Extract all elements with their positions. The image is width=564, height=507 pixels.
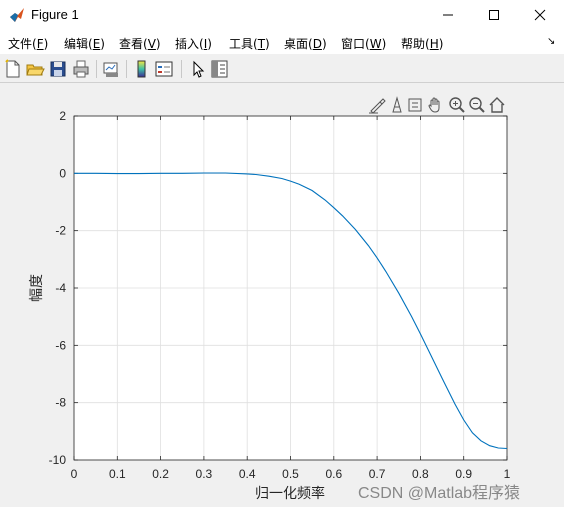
zoom-out-icon[interactable] <box>468 96 486 114</box>
menu-help[interactable]: 帮助(H) <box>401 35 443 52</box>
new-figure-icon[interactable] <box>3 59 23 79</box>
figure-canvas <box>0 83 564 507</box>
menu-window[interactable]: 窗口(W) <box>341 35 386 52</box>
menu-bar: 文件(F) 编辑(E) 查看(V) 插入(I) 工具(T) 桌面(D) 窗口(W… <box>0 30 564 54</box>
link-plot-icon[interactable] <box>101 59 121 79</box>
restore-view-icon[interactable] <box>488 96 506 114</box>
minimize-icon <box>443 14 453 16</box>
save-icon[interactable] <box>48 59 68 79</box>
menu-tools[interactable]: 工具(T) <box>229 35 270 52</box>
close-button[interactable] <box>517 0 563 30</box>
menu-view[interactable]: 查看(V) <box>119 35 161 52</box>
matlab-logo-icon <box>10 8 24 22</box>
maximize-button[interactable] <box>471 0 517 30</box>
menu-overflow-icon[interactable]: ↘ <box>547 36 555 47</box>
window-title: Figure 1 <box>31 7 79 22</box>
pan-icon[interactable] <box>426 96 444 114</box>
property-inspector-icon[interactable] <box>209 59 229 79</box>
toolbar-separator <box>126 60 127 78</box>
brush-icon[interactable] <box>368 96 386 114</box>
menu-edit[interactable]: 编辑(E) <box>64 35 105 52</box>
edit-plot-icon[interactable] <box>187 59 207 79</box>
maximize-icon <box>489 10 499 20</box>
title-bar: Figure 1 <box>0 0 564 30</box>
zoom-in-icon[interactable] <box>448 96 466 114</box>
rotate-icon[interactable] <box>406 96 424 114</box>
print-icon[interactable] <box>71 59 91 79</box>
menu-desktop[interactable]: 桌面(D) <box>284 35 327 52</box>
toolbar-separator <box>96 60 97 78</box>
open-file-icon[interactable] <box>25 59 45 79</box>
data-tips-icon[interactable] <box>388 96 406 114</box>
close-icon <box>534 9 546 21</box>
insert-colorbar-icon[interactable] <box>132 59 152 79</box>
menu-insert[interactable]: 插入(I) <box>175 35 212 52</box>
watermark: CSDN @Matlab程序猿 <box>358 485 521 502</box>
minimize-button[interactable] <box>425 0 471 30</box>
figure-toolbar <box>0 56 564 83</box>
toolbar-separator <box>181 60 182 78</box>
insert-legend-icon[interactable] <box>154 59 174 79</box>
menu-file[interactable]: 文件(F) <box>8 35 48 52</box>
